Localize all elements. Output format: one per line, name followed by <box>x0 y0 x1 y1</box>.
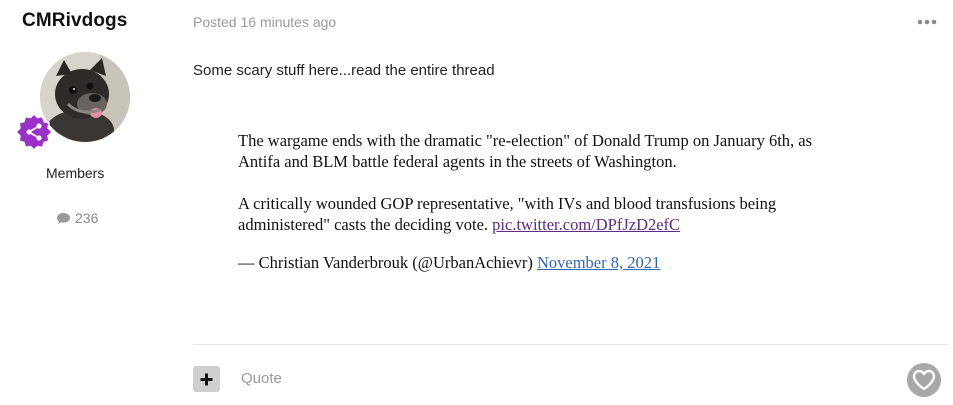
comment-icon <box>57 212 70 224</box>
plus-icon <box>200 373 213 385</box>
post-author-column: CMRivdogs Members 236 <box>0 0 170 405</box>
author-post-count[interactable]: 236 <box>56 210 98 226</box>
tweet-attribution: — Christian Vanderbrouk (@UrbanAchievr) … <box>238 252 848 273</box>
ellipsis-icon[interactable] <box>916 12 938 32</box>
member-badge <box>14 112 54 152</box>
post-count-value: 236 <box>75 210 99 226</box>
quote-button[interactable]: Quote <box>241 370 282 387</box>
post-body-text: Some scary stuff here...read the entire … <box>193 62 495 79</box>
embedded-tweet: The wargame ends with the dramatic "re-e… <box>238 130 848 273</box>
author-role: Members <box>46 165 105 181</box>
tweet-paragraph-1: The wargame ends with the dramatic "re-e… <box>238 131 813 171</box>
tweet-author: — Christian Vanderbrouk (@UrbanAchievr) <box>238 253 537 272</box>
post-divider <box>193 344 948 345</box>
heart-icon <box>912 369 936 391</box>
tweet-paragraph-2: A critically wounded GOP representative,… <box>238 193 848 235</box>
post-actions-bar: Quote <box>193 363 948 397</box>
post-timestamp[interactable]: Posted 16 minutes ago <box>193 14 336 30</box>
tweet-pic-link[interactable]: pic.twitter.com/DPfJzD2efC <box>492 215 680 234</box>
multiquote-button[interactable] <box>193 366 220 392</box>
author-username[interactable]: CMRivdogs <box>22 10 127 32</box>
react-button[interactable] <box>907 363 941 397</box>
tweet-date-link[interactable]: November 8, 2021 <box>537 253 660 272</box>
